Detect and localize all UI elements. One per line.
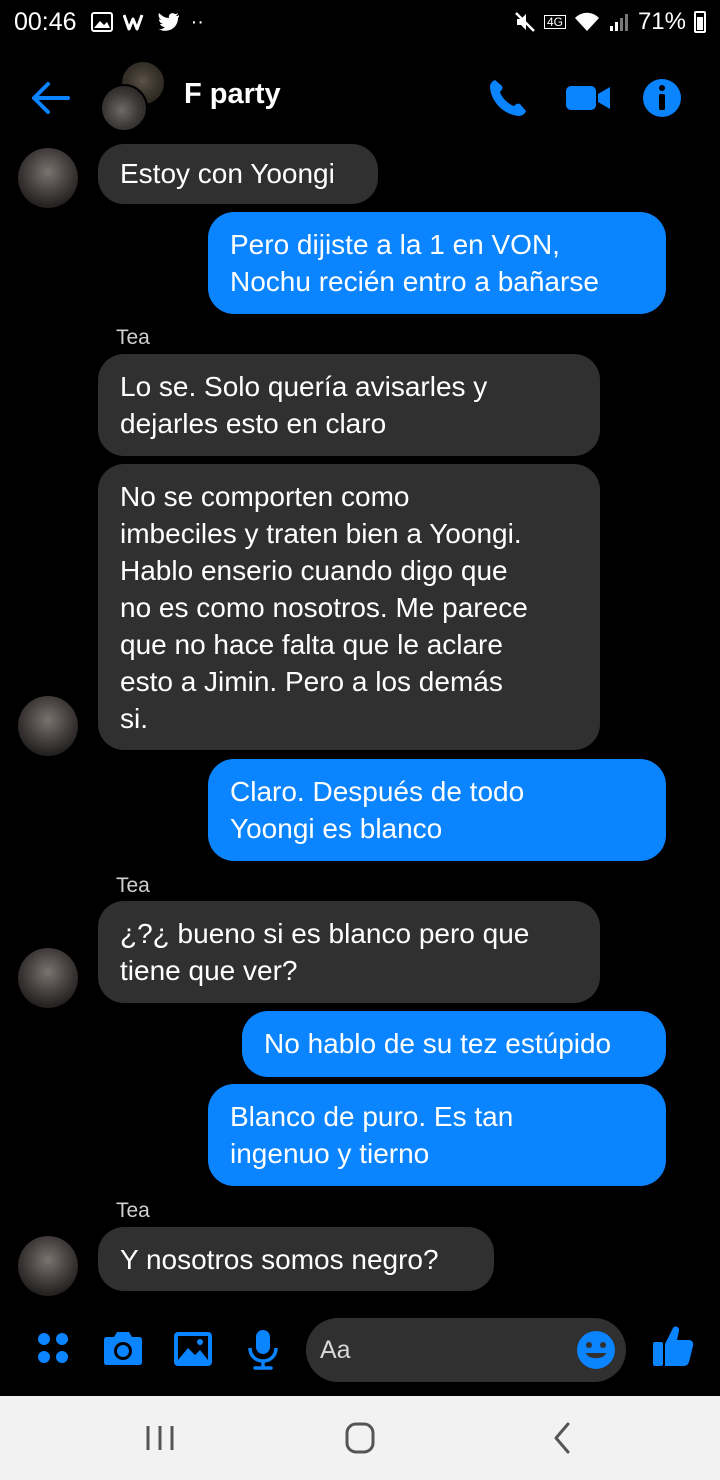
message-bubble-outgoing[interactable]: Pero dijiste a la 1 en VON, Nochu recién… [208,212,666,314]
battery-icon [694,11,706,33]
message-list[interactable]: Estoy con Yoongi Pero dijiste a la 1 en … [0,144,720,1304]
more-notifications-icon: ·· [190,10,204,33]
message-bubble-outgoing[interactable]: Claro. Después de todo Yoongi es blanco [208,759,666,861]
status-time: 00:46 [14,7,77,36]
emoji-icon[interactable] [576,1330,616,1370]
apps-icon[interactable] [32,1326,78,1372]
mic-icon[interactable] [240,1326,286,1372]
home-icon[interactable] [340,1420,380,1456]
sender-avatar[interactable] [18,948,78,1008]
camera-icon[interactable] [100,1326,146,1372]
message-bubble-outgoing[interactable]: No hablo de su tez estúpido [242,1011,666,1077]
group-avatar[interactable] [100,60,170,132]
w-app-notification-icon [122,14,143,31]
gallery-icon[interactable] [170,1326,216,1372]
like-icon[interactable] [650,1322,696,1370]
signal-icon [609,14,628,31]
message-bubble-incoming[interactable]: Y nosotros somos negro? [98,1227,494,1291]
volte-4g-icon: 4G [543,15,566,29]
message-bubble-incoming[interactable]: Lo se. Solo quería avisarles y dejarles … [98,354,600,456]
message-input[interactable] [320,1318,570,1382]
sender-avatar[interactable] [18,1236,78,1296]
sender-avatar[interactable] [18,696,78,756]
message-bubble-incoming[interactable]: Estoy con Yoongi [98,144,378,204]
message-bubble-outgoing[interactable]: Blanco de puro. Es tan ingenuo y tierno [208,1084,666,1186]
chat-header: F party [0,52,720,142]
info-icon[interactable] [640,76,684,120]
member-avatar [100,84,148,132]
message-bubble-incoming[interactable]: ¿?¿ bueno si es blanco pero que tiene qu… [98,901,600,1003]
message-bubble-incoming[interactable]: No se comporten como imbeciles y traten … [98,464,600,750]
image-notification-icon [90,12,113,32]
system-nav-bar [0,1396,720,1480]
wifi-icon [574,12,599,31]
composer-bar [0,1304,720,1394]
chat-title[interactable]: F party [184,78,281,111]
video-icon[interactable] [564,76,612,120]
phone-icon[interactable] [486,76,530,120]
back-icon[interactable] [544,1420,584,1456]
status-bar: 00:46 ·· 4G 71% [0,0,720,44]
twitter-notification-icon [157,13,179,31]
sender-name: Tea [116,874,150,897]
sender-avatar[interactable] [18,148,78,208]
sender-name: Tea [116,326,150,349]
back-arrow-icon[interactable] [28,76,72,120]
sender-name: Tea [116,1199,150,1222]
battery-percent: 71% [637,8,686,35]
mute-icon [515,12,535,32]
message-input-container[interactable] [306,1318,626,1382]
recents-icon[interactable] [140,1420,180,1456]
